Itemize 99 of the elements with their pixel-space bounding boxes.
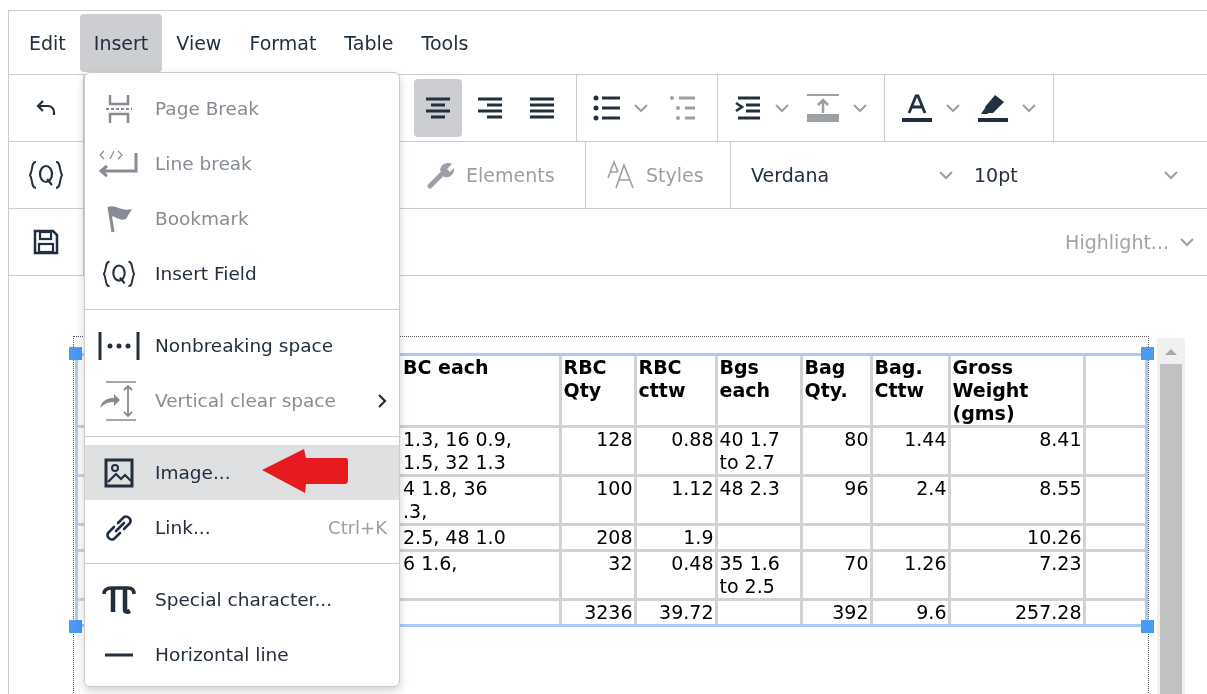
table-cell: 257.28 — [1015, 602, 1081, 623]
font-family-value: Verdana — [751, 164, 830, 186]
elements-label: Elements — [466, 164, 555, 186]
align-top-icon — [806, 93, 840, 123]
menu-item[interactable]: Link... Ctrl+K — [85, 500, 399, 555]
chevron-down-icon — [774, 103, 790, 113]
resize-handle[interactable] — [69, 620, 82, 633]
menu-bar-item[interactable]: View — [162, 13, 236, 72]
table-cell: 1.9 — [683, 527, 713, 548]
indent-icon — [734, 95, 762, 121]
field-icon — [102, 258, 136, 289]
table-cell: 1.12 — [671, 478, 713, 499]
bullet-list-icon — [593, 95, 621, 121]
highlighter-icon — [977, 93, 1009, 123]
menu-bar-item[interactable]: Format — [235, 13, 331, 72]
column-header: RBC Qty — [560, 356, 635, 427]
column-header: Bag. Cttw — [871, 356, 949, 427]
align-center-button[interactable] — [414, 79, 462, 137]
menu-item-label: Page Break — [155, 98, 260, 119]
shortcut-label: Ctrl+K — [328, 517, 387, 538]
nonbreaking-space-icon — [98, 330, 140, 361]
font-size-dropdown[interactable]: 10pt — [966, 142, 1191, 208]
table-cell: 0.48 — [671, 553, 713, 574]
column-header: RBC cttw — [635, 356, 716, 427]
image-icon — [104, 457, 134, 488]
scrollbar[interactable] — [1157, 338, 1185, 694]
scrollbar-thumb[interactable] — [1160, 364, 1182, 694]
table-cell: 48 2.3 — [719, 478, 780, 499]
table-cell: 39.72 — [659, 602, 713, 623]
menu-item-label: Line break — [155, 153, 253, 174]
table-cell: 7.23 — [1039, 553, 1081, 574]
menu-item-label: Nonbreaking space — [155, 335, 335, 356]
wrench-icon — [426, 160, 456, 190]
table-cell: 80 — [844, 429, 868, 450]
justify-icon — [529, 97, 555, 119]
table-cell: 1.44 — [904, 429, 946, 450]
save-icon — [33, 229, 59, 255]
font-family-dropdown[interactable]: Verdana — [731, 142, 966, 208]
column-header: Gross Weight (gms) — [949, 356, 1084, 427]
table-cell: 3236 — [584, 602, 632, 623]
table-cell: 4 1.8, 36 .3, — [403, 478, 488, 522]
table-cell: 2.4 — [916, 478, 946, 499]
chevron-down-icon — [945, 103, 961, 113]
menu-bar-item[interactable]: Insert — [79, 13, 163, 72]
table-cell: 1.3, 16 0.9, 1.5, 32 1.3 — [403, 429, 512, 473]
text-color-icon — [901, 93, 933, 123]
table-cell: 392 — [832, 602, 868, 623]
highlight-label: Highlight... — [1065, 231, 1169, 253]
font-size-icon — [606, 160, 636, 190]
field-icon — [28, 160, 64, 190]
styles-label: Styles — [646, 164, 704, 186]
chevron-down-icon — [852, 103, 868, 113]
resize-handle[interactable] — [1141, 620, 1154, 633]
page-break-icon — [104, 93, 134, 124]
chevron-down-icon — [1179, 237, 1195, 247]
chevron-down-icon — [633, 103, 649, 113]
menu-item-label: Vertical clear space — [155, 390, 337, 411]
chevron-down-icon — [1163, 170, 1179, 180]
menu-item-label: Link... — [155, 517, 212, 538]
table-cell: 9.6 — [916, 602, 946, 623]
align-right-icon — [477, 97, 503, 119]
column-header: Bag Qty. — [801, 356, 871, 427]
menu-item-label: Special character... — [155, 589, 334, 610]
table-cell: 208 — [596, 527, 632, 548]
pi-symbol-icon — [102, 585, 136, 614]
table-cell: 70 — [844, 553, 868, 574]
font-size-value: 10pt — [974, 164, 1018, 186]
horizontal-line-icon — [104, 652, 134, 657]
table-cell: 0.88 — [671, 429, 713, 450]
menu-item-label: Insert Field — [155, 263, 258, 284]
menu-item-label: Horizontal line — [155, 644, 290, 665]
table-cell: 128 — [596, 429, 632, 450]
table-cell: 100 — [596, 478, 632, 499]
resize-handle[interactable] — [1141, 347, 1154, 360]
menu-bar-item[interactable]: Tools — [407, 13, 483, 72]
chevron-down-icon — [938, 170, 954, 180]
table-cell: 8.41 — [1039, 429, 1081, 450]
resize-handle[interactable] — [69, 347, 82, 360]
table-cell: 1.26 — [904, 553, 946, 574]
menu-bar-item[interactable]: Table — [330, 13, 408, 72]
menu-item[interactable]: Special character... — [85, 572, 399, 627]
table-cell: 6 1.6, — [403, 553, 458, 574]
menu-item-label: Bookmark — [155, 208, 250, 229]
chevron-down-icon — [1021, 103, 1037, 113]
table-cell: 40 1.7 to 2.7 — [719, 429, 780, 473]
table-cell: 10.26 — [1027, 527, 1081, 548]
numbered-list-icon — [669, 95, 697, 121]
menu-item-label: Image... — [155, 462, 232, 483]
align-center-icon — [425, 97, 451, 119]
table-cell: 8.55 — [1039, 478, 1081, 499]
table-cell: 32 — [608, 553, 632, 574]
menu-item[interactable]: Insert Field — [85, 246, 399, 301]
line-break-icon — [98, 148, 140, 179]
column-header: Bgs each — [716, 356, 801, 427]
table-cell: 35 1.6 to 2.5 — [719, 553, 780, 597]
table-cell: 96 — [844, 478, 868, 499]
table-cell: 2.5, 48 1.0 — [403, 527, 506, 548]
menu-item[interactable]: Horizontal line — [85, 627, 399, 682]
menu-bar-item[interactable]: Edit — [15, 13, 80, 72]
